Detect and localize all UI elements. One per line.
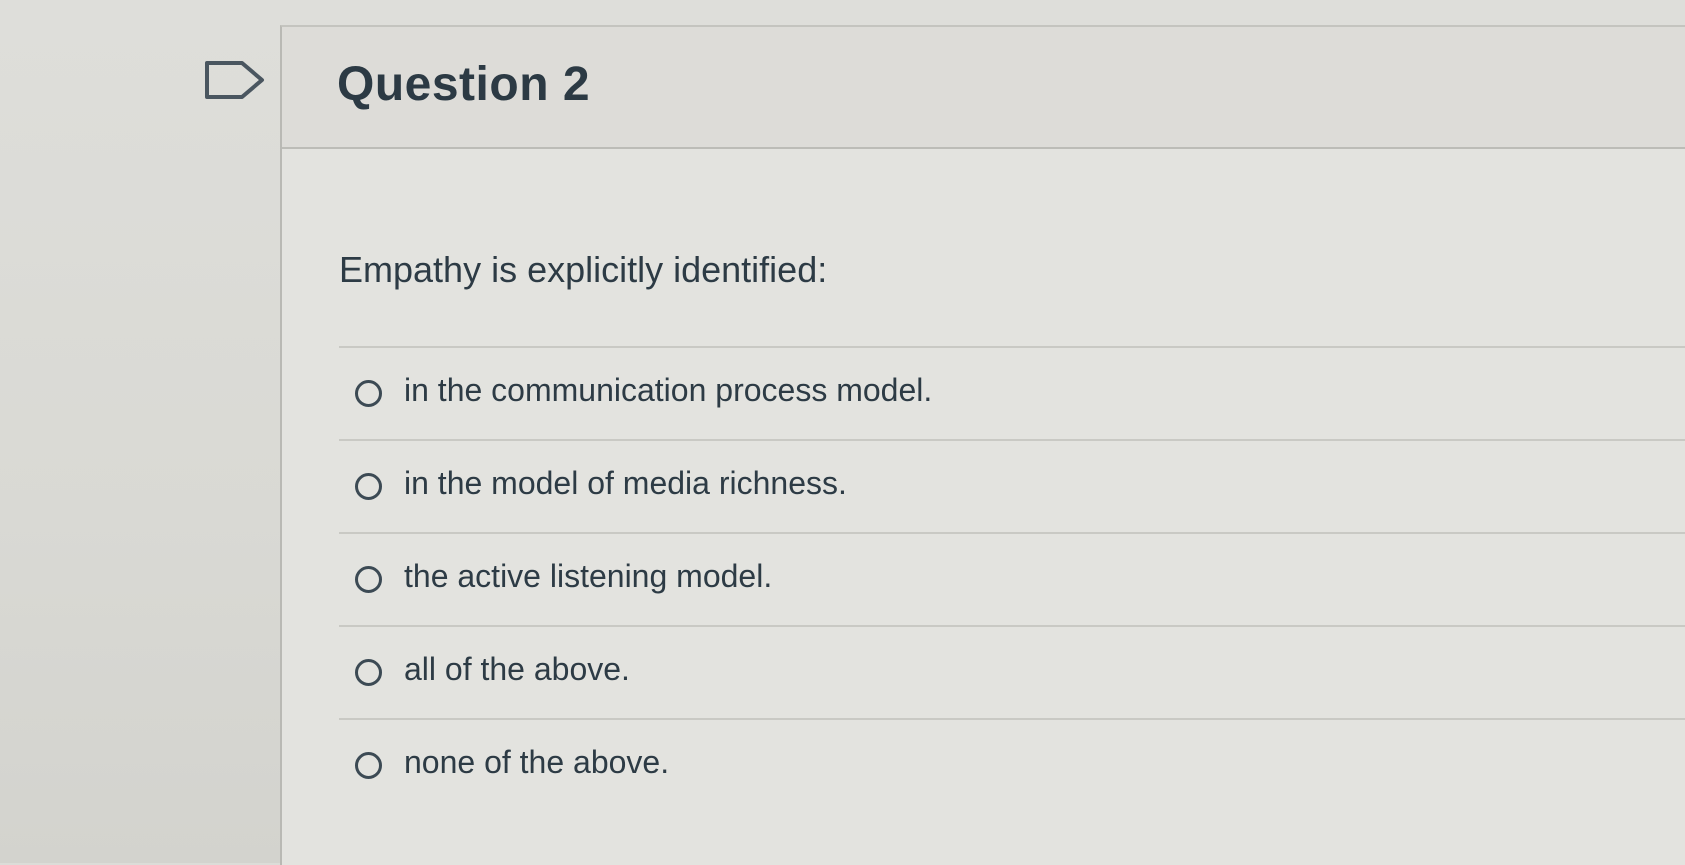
question-body: Empathy is explicitly identified: in the… — [282, 149, 1685, 865]
answer-option[interactable]: none of the above. — [339, 718, 1685, 811]
radio-button[interactable] — [355, 473, 382, 500]
answer-list: in the communication process model. in t… — [339, 346, 1685, 811]
answer-option[interactable]: in the communication process model. — [339, 346, 1685, 439]
radio-button[interactable] — [355, 380, 382, 407]
question-prompt: Empathy is explicitly identified: — [339, 249, 828, 290]
answer-label[interactable]: in the communication process model. — [404, 372, 932, 409]
radio-button[interactable] — [355, 752, 382, 779]
flag-question-icon[interactable] — [204, 60, 266, 100]
answer-label[interactable]: all of the above. — [404, 651, 630, 688]
answer-label[interactable]: the active listening model. — [404, 558, 772, 595]
question-header: Question 2 — [282, 27, 1685, 149]
answer-option[interactable]: all of the above. — [339, 625, 1685, 718]
answer-label[interactable]: in the model of media richness. — [404, 465, 847, 502]
radio-button[interactable] — [355, 659, 382, 686]
radio-button[interactable] — [355, 566, 382, 593]
answer-label[interactable]: none of the above. — [404, 744, 669, 781]
answer-option[interactable]: in the model of media richness. — [339, 439, 1685, 532]
answer-option[interactable]: the active listening model. — [339, 532, 1685, 625]
question-card: Question 2 Empathy is explicitly identif… — [280, 25, 1685, 865]
question-title: Question 2 — [337, 58, 591, 111]
